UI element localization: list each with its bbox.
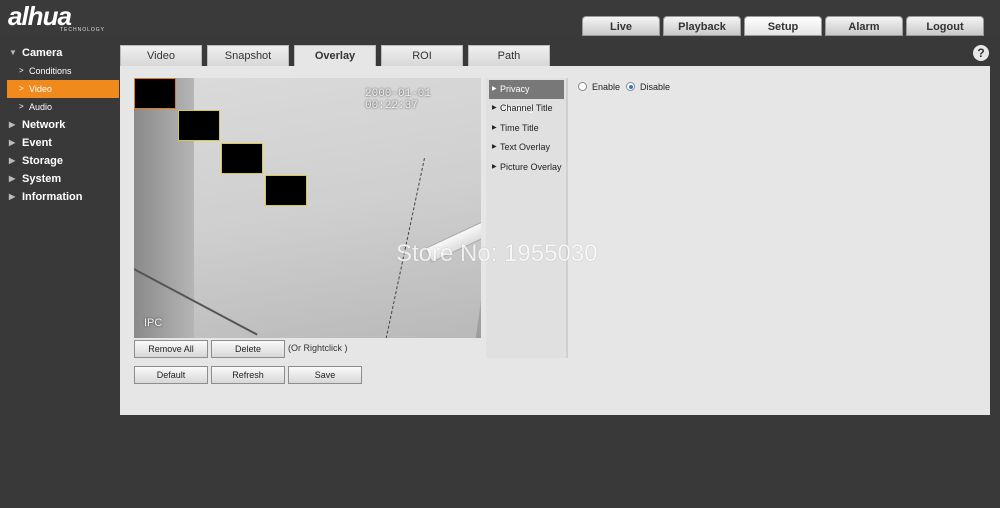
disable-radio-label: Disable (640, 82, 671, 92)
sidebar-subitem-label: Audio (29, 102, 53, 112)
sidebar-subitem-audio[interactable]: > Audio (0, 98, 122, 116)
sidebar-item-system[interactable]: ▶ System (0, 170, 122, 188)
submenu-item-label: Picture Overlay (500, 161, 562, 172)
sidebar-item-label: Information (22, 191, 83, 203)
default-button[interactable]: Default (134, 366, 208, 384)
privacy-mask-region[interactable] (178, 110, 220, 141)
submenu-item-picture-overlay[interactable]: ▶ Picture Overlay (486, 158, 566, 177)
sidebar-item-label: System (22, 173, 62, 185)
expanded-icon: ▼ (9, 48, 17, 57)
submenu-item-channel-title[interactable]: ▶ Channel Title (486, 99, 566, 118)
sidebar-item-label: Network (22, 119, 66, 131)
help-icon[interactable]: ? (973, 45, 989, 61)
chevron-right-icon: > (19, 102, 24, 111)
osd-channel-label: IPC (144, 317, 163, 329)
nav-logout-button[interactable]: Logout (906, 16, 984, 36)
nav-live-button[interactable]: Live (582, 16, 660, 36)
sidebar: ▼ Camera > Conditions > Video > Audio ▶ … (0, 44, 122, 206)
triangle-right-icon: ▶ (492, 144, 497, 150)
submenu-item-text-overlay[interactable]: ▶ Text Overlay (486, 138, 566, 157)
triangle-right-icon: ▶ (492, 105, 497, 111)
tab-path[interactable]: Path (468, 45, 550, 66)
sidebar-subitem-conditions[interactable]: > Conditions (0, 62, 122, 80)
top-nav: Live Playback Setup Alarm Logout (582, 16, 987, 36)
save-button[interactable]: Save (288, 366, 362, 384)
sidebar-subitem-video[interactable]: > Video (7, 80, 119, 98)
triangle-right-icon: ▶ (492, 163, 497, 170)
delete-hint: (Or Rightclick ) (288, 343, 348, 353)
sidebar-item-camera[interactable]: ▼ Camera (0, 44, 122, 62)
sidebar-item-network[interactable]: ▶ Network (0, 116, 122, 134)
sidebar-item-label: Event (22, 137, 52, 149)
submenu-item-privacy-masking[interactable]: ▶ Privacy Masking (489, 80, 564, 113)
triangle-right-icon: ▶ (492, 86, 497, 92)
collapsed-icon: ▶ (9, 192, 16, 201)
tab-overlay[interactable]: Overlay (294, 45, 376, 67)
sidebar-subitem-label: Video (29, 84, 52, 94)
refresh-button[interactable]: Refresh (211, 366, 285, 384)
submenu-item-time-title[interactable]: ▶ Time Title (486, 119, 566, 138)
osd-timestamp: 2000-01-01 00:22:37 (365, 88, 432, 112)
nav-alarm-button[interactable]: Alarm (825, 16, 903, 36)
delete-button[interactable]: Delete (211, 340, 285, 358)
chevron-right-icon: > (19, 66, 24, 75)
video-preview[interactable]: 2000-01-01 00:22:37 IPC (134, 78, 481, 338)
tab-video[interactable]: Video (120, 45, 202, 66)
collapsed-icon: ▶ (9, 156, 16, 165)
nav-playback-button[interactable]: Playback (663, 16, 741, 36)
radio-unchecked-icon (578, 82, 587, 91)
radio-checked-icon (626, 82, 635, 91)
enable-radio-label: Enable (592, 82, 621, 92)
sidebar-item-label: Storage (22, 155, 63, 167)
privacy-mask-region[interactable] (221, 143, 263, 174)
enable-radio[interactable]: Enable (578, 82, 620, 92)
sidebar-item-information[interactable]: ▶ Information (0, 188, 122, 206)
privacy-mask-region[interactable] (134, 78, 176, 109)
submenu-item-label: Channel Title (500, 103, 553, 113)
store-watermark: Store No: 1955030 (396, 240, 598, 267)
disable-radio[interactable]: Disable (626, 82, 670, 92)
sidebar-item-event[interactable]: ▶ Event (0, 134, 122, 152)
submenu-item-label: Text Overlay (500, 142, 551, 152)
logo: alhua TECHNOLOGY (8, 1, 104, 33)
triangle-right-icon: ▶ (492, 124, 497, 131)
sidebar-subitem-label: Conditions (29, 66, 72, 76)
collapsed-icon: ▶ (9, 120, 16, 129)
sidebar-item-label: Camera (22, 47, 63, 59)
collapsed-icon: ▶ (9, 138, 16, 147)
overlay-submenu: ▶ Privacy Masking ▶ Channel Title ▶ Time… (486, 78, 568, 358)
logo-subtitle: TECHNOLOGY (60, 27, 106, 33)
chevron-right-icon: > (19, 84, 24, 93)
collapsed-icon: ▶ (9, 174, 16, 183)
tab-bar: Video Snapshot Overlay ROI Path (120, 45, 555, 67)
privacy-mask-region[interactable] (265, 175, 307, 206)
sidebar-item-storage[interactable]: ▶ Storage (0, 152, 122, 170)
submenu-item-label: Time Title (500, 122, 539, 133)
nav-setup-button[interactable]: Setup (744, 16, 822, 36)
tab-snapshot[interactable]: Snapshot (207, 45, 289, 66)
remove-all-button[interactable]: Remove All (134, 340, 208, 358)
header: alhua TECHNOLOGY Live Playback Setup Ala… (0, 0, 1000, 38)
tab-roi[interactable]: ROI (381, 45, 463, 66)
logo-text: alhua (8, 1, 72, 31)
